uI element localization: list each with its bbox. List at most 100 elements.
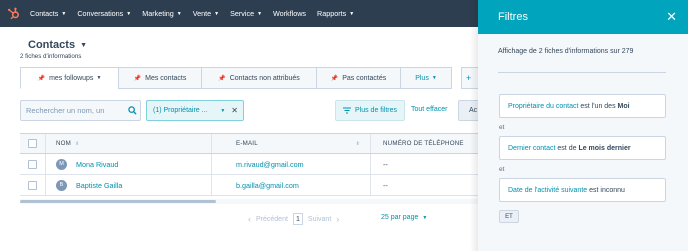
row-checkbox[interactable] [28,180,37,190]
filter-property: Propriétaire du contact [508,102,579,110]
filters-summary: Affichage de 2 fiches d'informations sur… [498,48,634,55]
sort-icon[interactable]: ⬍ [75,141,79,147]
phone-value: -- [383,180,388,190]
filters-panel: Filtres ✕ Affichage de 2 fiches d'inform… [478,0,688,251]
name-cell: M Mona Rivaud [46,154,212,174]
chevron-left-icon[interactable]: ‹ [248,214,251,224]
email-link[interactable]: m.rivaud@gmail.com [236,160,304,169]
tab-plus[interactable]: Plus ▼ [400,67,452,89]
phone-cell: -- [371,154,478,174]
page-title[interactable]: Contacts ▼ [28,39,87,51]
pin-icon: 📌 [218,75,226,82]
filter-property: Dernier contact [508,144,556,152]
chevron-down-icon: ▼ [176,10,182,17]
owner-filter-chip[interactable]: (1) Propriétaire ... ▼ ✕ [146,100,244,121]
search-input[interactable]: Rechercher un nom, un [20,100,141,121]
next-page-button[interactable]: Suivant [308,216,331,223]
tab-label: Pas contactés [342,74,387,82]
name-column-header[interactable]: NOM ⬍ [46,134,212,153]
filters-panel-title: Filtres [498,11,528,23]
close-icon[interactable]: ✕ [666,9,677,25]
select-all-cell [20,134,46,153]
filter-operator: est inconnu [587,186,625,194]
search-icon[interactable] [124,106,140,115]
chevron-down-icon: ▼ [61,10,67,17]
tab-contacts-non-attribues[interactable]: 📌 Contacts non attribués [201,67,316,89]
row-select-cell [20,175,46,195]
pin-icon: 📌 [330,75,339,82]
scrollbar-thumb[interactable] [20,200,216,203]
previous-page-button[interactable]: Précédent [256,216,288,223]
chevron-down-icon: ▼ [431,75,437,81]
select-all-checkbox[interactable] [28,139,37,148]
email-link[interactable]: b.gailla@gmail.com [236,181,299,190]
close-icon[interactable]: ✕ [231,106,238,115]
row-checkbox[interactable] [28,159,37,169]
email-cell: m.rivaud@gmail.com [212,154,371,174]
view-tabs: 📌 mes followups ▼ 📌 Mes contacts 📌 Conta… [20,67,452,89]
table-row[interactable]: M Mona Rivaud m.rivaud@gmail.com -- [20,154,478,175]
more-filters-button[interactable]: Plus de filtres [335,100,405,121]
phone-cell: -- [371,175,478,195]
chevron-down-icon: ▼ [80,41,87,49]
table-row[interactable]: B Baptiste Gailla b.gailla@gmail.com -- [20,175,478,196]
contacts-table: NOM ⬍ E-MAIL ⬍ NUMÉRO DE TÉLÉPHONE M Mon… [20,133,478,196]
contact-name-link[interactable]: Baptiste Gailla [76,181,122,190]
filter-rule[interactable]: Date de l'activité suivante est inconnu [499,178,666,202]
phone-value: -- [383,159,388,169]
name-cell: B Baptiste Gailla [46,175,212,195]
chevron-down-icon: ▼ [257,10,263,17]
nav-rapports[interactable]: Rapports ▼ [317,9,354,18]
tab-mes-followups[interactable]: 📌 mes followups ▼ [20,67,118,89]
tab-label: Contacts non attribués [229,74,300,82]
nav-vente[interactable]: Vente ▼ [193,9,219,18]
per-page-select[interactable]: 25 par page ▼ [381,214,427,221]
tab-mes-contacts[interactable]: 📌 Mes contacts [118,67,201,89]
nav-conversations[interactable]: Conversations ▼ [77,9,131,18]
more-filters-label: Plus de filtres [354,107,398,114]
pin-icon: 📌 [37,75,46,82]
search-placeholder: Rechercher un nom, un [26,106,105,115]
name-header-label: NOM [56,140,72,147]
filter-property: Date de l'activité suivante [508,186,588,194]
pagination: ‹ Précédent 1 Suivant › [248,212,339,226]
current-page[interactable]: 1 [292,213,303,225]
avatar: M [56,158,67,170]
divider [498,72,666,73]
sort-icon[interactable]: ⬍ [356,141,360,147]
nav-contacts[interactable]: Contacts ▼ [30,9,66,18]
owner-filter-label: (1) Propriétaire ... [153,107,208,114]
and-label: et [499,124,505,131]
filters-panel-header: Filtres ✕ [478,0,688,34]
filter-value: Le mois dernier [578,144,631,152]
table-header: NOM ⬍ E-MAIL ⬍ NUMÉRO DE TÉLÉPHONE [20,133,478,154]
tab-label: Mes contacts [145,74,187,82]
filter-value: Moi [617,102,630,110]
clear-all-link[interactable]: Tout effacer [411,106,447,113]
and-label: et [499,166,505,173]
tab-pas-contactes[interactable]: 📌 Pas contactés [316,67,400,89]
chevron-down-icon: ▼ [126,10,132,17]
nav-service[interactable]: Service ▼ [230,9,262,18]
nav-marketing[interactable]: Marketing ▼ [142,9,182,18]
filter-operator: est l'un des [578,102,618,110]
chevron-down-icon: ▼ [220,107,226,114]
filter-rule[interactable]: Dernier contact est de Le mois dernier [499,136,666,160]
chevron-down-icon: ▼ [96,75,102,81]
chevron-down-icon: ▼ [422,214,428,221]
and-button[interactable]: ET [499,210,519,223]
hubspot-logo-icon[interactable] [6,7,20,21]
filter-icon [342,107,351,114]
chevron-down-icon: ▼ [349,10,355,17]
email-header-label: E-MAIL [236,140,258,147]
phone-column-header[interactable]: NUMÉRO DE TÉLÉPHONE [371,134,478,153]
page-title-label: Contacts [28,39,76,51]
chevron-right-icon[interactable]: › [336,214,339,224]
contact-name-link[interactable]: Mona Rivaud [76,160,118,169]
email-column-header[interactable]: E-MAIL ⬍ [212,134,371,153]
nav-workflows[interactable]: Workflows [273,9,306,18]
tab-label: Plus [415,74,429,82]
record-count: 2 fiches d'informations [20,53,82,60]
filter-rule[interactable]: Propriétaire du contact est l'un des Moi [499,94,666,118]
filter-operator: est de [555,144,579,152]
